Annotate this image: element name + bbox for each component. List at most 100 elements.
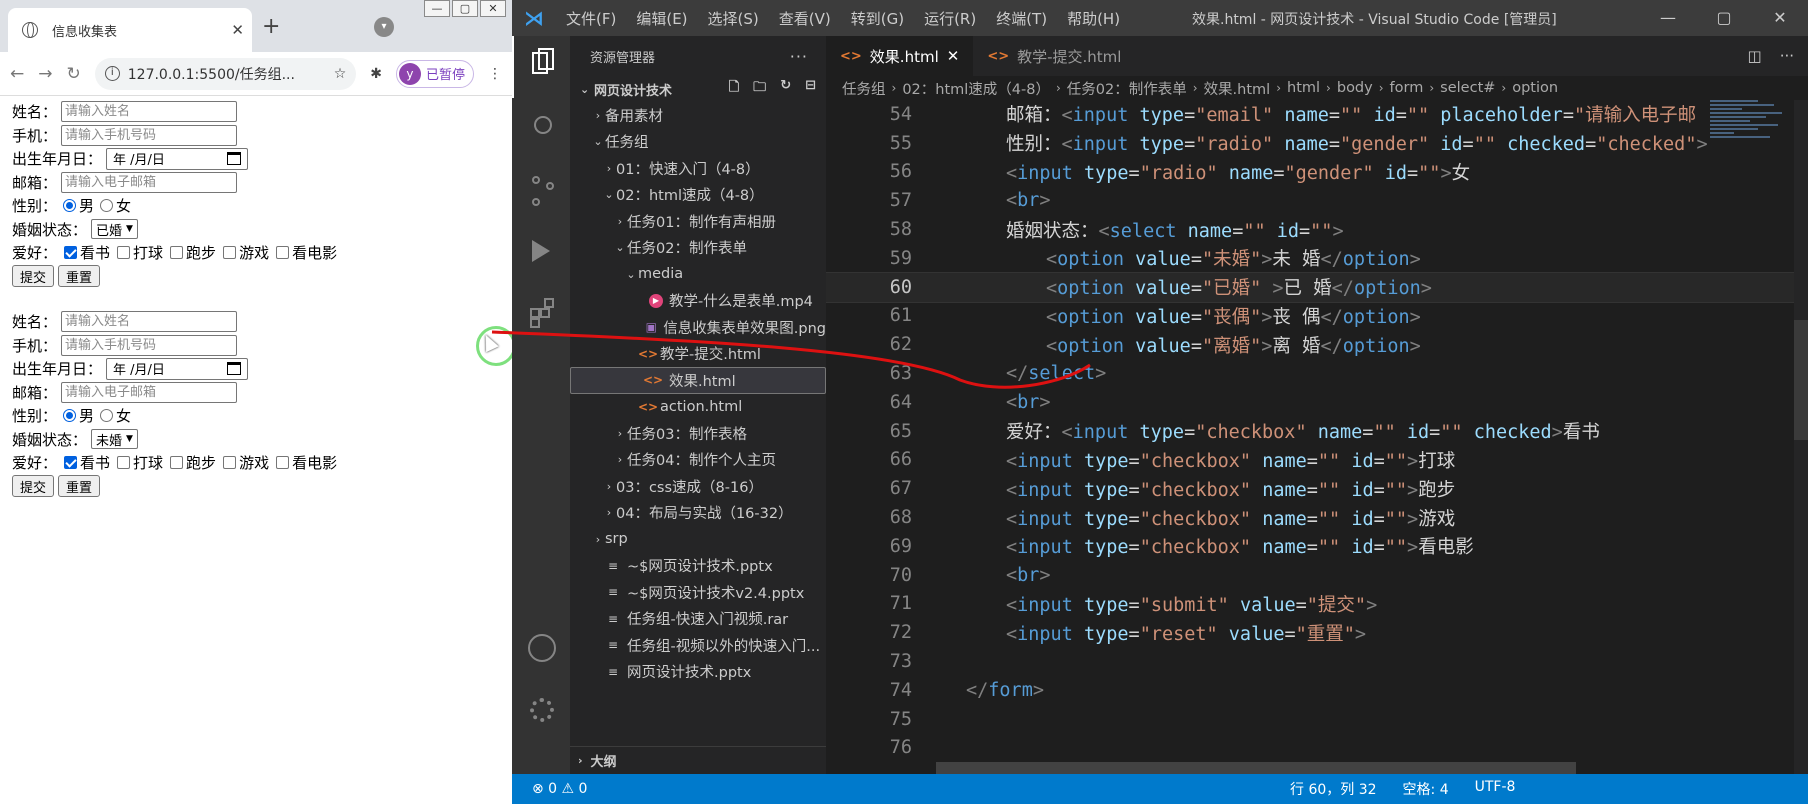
code-line[interactable]: 66 <input type="checkbox" name="" id="">打… bbox=[826, 446, 1808, 475]
code-line[interactable]: 69 <input type="checkbox" name="" id="">看… bbox=[826, 532, 1808, 561]
birth-date-input[interactable]: 年 /月/日 bbox=[106, 357, 249, 380]
cursor-position[interactable]: 行 60，列 32 bbox=[1290, 779, 1377, 799]
name-input[interactable] bbox=[61, 101, 238, 123]
tree-folder[interactable]: › 备用素材 bbox=[570, 102, 826, 129]
more-actions-icon[interactable]: ··· bbox=[790, 47, 808, 66]
code-line[interactable]: 67 <input type="checkbox" name="" id="">跑… bbox=[826, 474, 1808, 503]
info-icon[interactable]: i bbox=[104, 66, 120, 81]
code-line[interactable]: 61 <option value="丧偶">丧 偶</option> bbox=[826, 302, 1808, 331]
collapse-all-icon[interactable]: ⊟ bbox=[805, 78, 816, 100]
menu-kebab-icon[interactable]: ⋮ bbox=[488, 66, 502, 82]
indentation[interactable]: 空格: 4 bbox=[1403, 779, 1449, 799]
vertical-scrollbar[interactable] bbox=[1794, 100, 1808, 774]
tree-folder[interactable]: › srp bbox=[570, 526, 826, 553]
tree-file[interactable]: <> action.html bbox=[570, 394, 826, 421]
tree-file[interactable]: <> 教学-提交.html bbox=[570, 341, 826, 368]
marital-select[interactable]: 已婚 ▼ bbox=[91, 219, 138, 240]
new-tab-button[interactable]: + bbox=[262, 14, 280, 39]
forward-arrow-icon[interactable]: → bbox=[38, 64, 52, 84]
tree-folder[interactable]: › 04：布局与实战（16-32） bbox=[570, 500, 826, 527]
scrollbar-thumb[interactable] bbox=[1794, 320, 1808, 440]
tab-effect-html[interactable]: <> 效果.html ✕ bbox=[826, 36, 974, 76]
hobby-checkbox[interactable] bbox=[117, 246, 131, 260]
code-line[interactable]: 55 性别：<input type="radio" name="gender" i… bbox=[826, 129, 1808, 158]
email-input[interactable] bbox=[61, 381, 238, 403]
reset-button[interactable]: 重置 bbox=[58, 265, 101, 288]
tree-folder[interactable]: › 任务01：制作有声相册 bbox=[570, 208, 826, 235]
profile-button[interactable]: y 已暂停 bbox=[395, 59, 474, 88]
breadcrumb-item[interactable]: 任务02：制作表单 bbox=[1067, 78, 1187, 99]
tree-folder[interactable]: › 03：css速成（8-16） bbox=[570, 473, 826, 500]
tab-search-icon[interactable]: ▾ bbox=[374, 17, 394, 37]
reset-button[interactable]: 重置 bbox=[58, 475, 101, 498]
split-editor-icon[interactable]: ◫ bbox=[1748, 47, 1762, 65]
hobby-checkbox[interactable] bbox=[276, 246, 290, 260]
tree-folder[interactable]: ⌄ 任务组 bbox=[570, 129, 826, 156]
calendar-icon[interactable] bbox=[227, 152, 242, 166]
phone-input[interactable] bbox=[61, 334, 238, 356]
restore-button[interactable]: ▢ bbox=[452, 0, 478, 17]
address-bar[interactable]: i 127.0.0.1:5500/任务组... ☆ bbox=[94, 57, 357, 90]
source-control-icon[interactable] bbox=[512, 160, 570, 222]
birth-date-input[interactable]: 年 /月/日 bbox=[106, 147, 249, 170]
code-line[interactable]: 75 bbox=[826, 705, 1808, 734]
close-button[interactable]: ✕ bbox=[480, 0, 506, 17]
tree-file[interactable]: <> 效果.html bbox=[570, 367, 826, 394]
tree-file[interactable]: ≡ 网页设计技术.pptx bbox=[570, 659, 826, 686]
code-line[interactable]: 59 <option value="未婚">未 婚</option> bbox=[826, 244, 1808, 273]
browser-tab[interactable]: 信息收集表 ✕ bbox=[8, 8, 252, 52]
menu-item[interactable]: 文件(F) bbox=[566, 8, 616, 29]
gender-radio-male[interactable] bbox=[63, 199, 77, 213]
encoding[interactable]: UTF-8 bbox=[1475, 779, 1516, 799]
tree-file[interactable]: ≡ ~$网页设计技术.pptx bbox=[570, 553, 826, 580]
tab-close-icon[interactable]: ✕ bbox=[947, 47, 960, 65]
settings-gear-icon[interactable] bbox=[512, 680, 570, 742]
explorer-icon[interactable] bbox=[512, 36, 570, 98]
tree-folder[interactable]: ⌄ 02：html速成（4-8） bbox=[570, 182, 826, 209]
code-line[interactable]: 62 <option value="离婚">离 婚</option> bbox=[826, 330, 1808, 359]
code-line[interactable]: 63 </select> bbox=[826, 359, 1808, 388]
outline-section[interactable]: › 大纲 bbox=[570, 746, 826, 774]
gender-radio-female[interactable] bbox=[100, 409, 114, 423]
breadcrumb-item[interactable]: select# bbox=[1440, 80, 1495, 96]
tree-file[interactable]: ▣ 信息收集表单效果图.png bbox=[570, 314, 826, 341]
minimap[interactable] bbox=[1710, 100, 1790, 190]
calendar-icon[interactable] bbox=[227, 362, 242, 376]
hobby-checkbox[interactable] bbox=[276, 456, 290, 470]
code-line[interactable]: 65 爱好：<input type="checkbox" name="" id="… bbox=[826, 417, 1808, 446]
breadcrumb-item[interactable]: 02：html速成（4-8） bbox=[902, 78, 1050, 99]
hobby-checkbox[interactable] bbox=[64, 456, 78, 470]
gender-radio-male[interactable] bbox=[63, 409, 77, 423]
close-button[interactable]: ✕ bbox=[1752, 0, 1808, 36]
code-line[interactable]: 64 <br> bbox=[826, 388, 1808, 417]
back-arrow-icon[interactable]: ← bbox=[10, 64, 24, 84]
email-input[interactable] bbox=[61, 171, 238, 193]
minimize-button[interactable]: — bbox=[424, 0, 450, 17]
run-debug-icon[interactable] bbox=[512, 222, 570, 284]
tree-file[interactable]: ≡ 任务组-视频以外的快速入门... bbox=[570, 632, 826, 659]
menu-item[interactable]: 查看(V) bbox=[779, 8, 831, 29]
extensions-icon[interactable]: ✱ bbox=[370, 66, 382, 82]
code-line[interactable]: 70 <br> bbox=[826, 561, 1808, 590]
tree-folder[interactable]: ⌄ 任务02：制作表单 bbox=[570, 235, 826, 262]
minimize-button[interactable]: — bbox=[1640, 0, 1696, 36]
code-line[interactable]: 76 bbox=[826, 734, 1808, 763]
breadcrumb-item[interactable]: form bbox=[1390, 80, 1424, 96]
tree-folder[interactable]: › 01：快速入门（4-8） bbox=[570, 155, 826, 182]
more-actions-icon[interactable]: ··· bbox=[1780, 47, 1794, 65]
code-line[interactable]: 73 bbox=[826, 647, 1808, 676]
submit-button[interactable]: 提交 bbox=[12, 265, 55, 288]
hobby-checkbox[interactable] bbox=[170, 246, 184, 260]
code-line[interactable]: 58 婚姻状态：<select name="" id=""> bbox=[826, 215, 1808, 244]
refresh-icon[interactable]: ↻ bbox=[780, 78, 791, 100]
accounts-icon[interactable] bbox=[512, 618, 570, 680]
tree-folder[interactable]: › 任务04：制作个人主页 bbox=[570, 447, 826, 474]
submit-button[interactable]: 提交 bbox=[12, 475, 55, 498]
menu-item[interactable]: 运行(R) bbox=[924, 8, 976, 29]
menu-item[interactable]: 选择(S) bbox=[708, 8, 759, 29]
tree-file[interactable]: ▶ 教学-什么是表单.mp4 bbox=[570, 288, 826, 315]
code-editor[interactable]: 54 邮箱：<input type="email" name="" id="" p… bbox=[826, 100, 1808, 774]
star-icon[interactable]: ☆ bbox=[334, 66, 347, 82]
hobby-checkbox[interactable] bbox=[223, 246, 237, 260]
tree-file[interactable]: ≡ 任务组-快速入门视频.rar bbox=[570, 606, 826, 633]
